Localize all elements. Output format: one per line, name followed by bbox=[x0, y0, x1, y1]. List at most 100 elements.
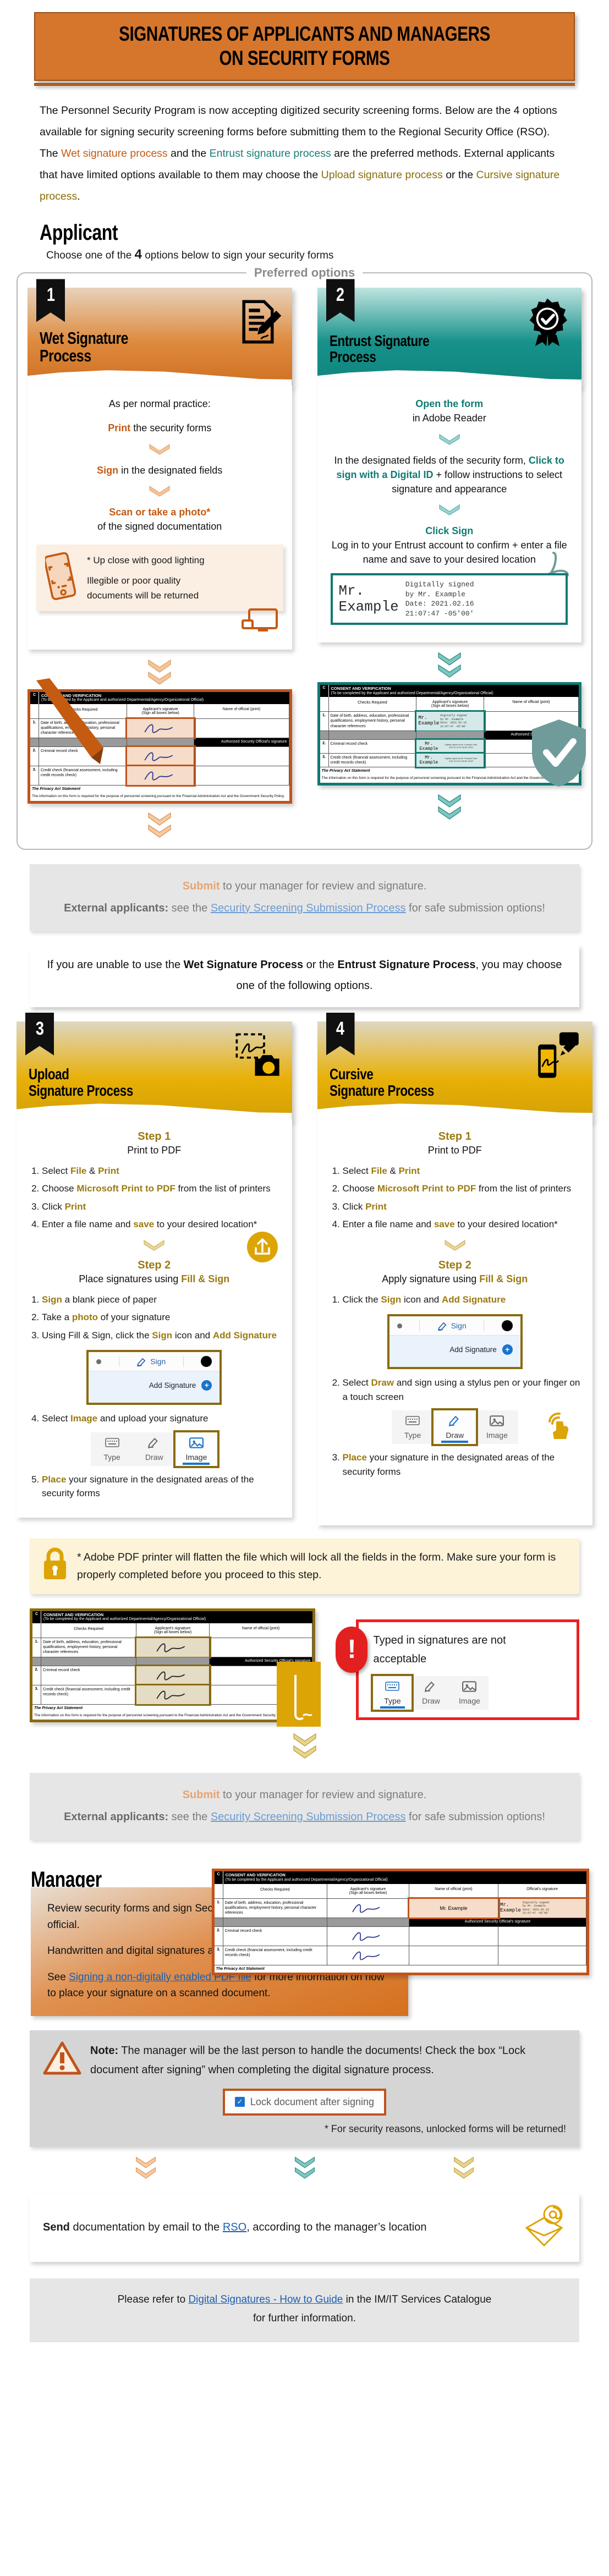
manager-form-snippet-wrap: C CONSENT AND VERIFICATION (To be comple… bbox=[211, 1869, 589, 1975]
table-row: 1. Date of birth, address, education, pr… bbox=[214, 1897, 588, 1919]
cursive-signature-card[interactable]: 4 Cursive Signature Process Step 1 Print… bbox=[317, 1012, 592, 1526]
handwritten-signature-icon bbox=[144, 771, 173, 781]
table-row: 3. Credit check (financial assessment, i… bbox=[30, 764, 289, 787]
tab-image[interactable]: Image bbox=[450, 1676, 489, 1710]
col-name-of-official: Name of official (print) bbox=[194, 704, 289, 718]
table-row: 3. Credit check (financial assessment, i… bbox=[32, 1683, 313, 1706]
wet-process-link[interactable]: Wet signature process bbox=[61, 147, 168, 160]
double-chevron-down-icon bbox=[453, 2156, 475, 2182]
signature-type-tabs[interactable]: Type Draw Image bbox=[91, 1430, 220, 1468]
gold-form-and-typed-warning: C CONSENT AND VERIFICATION (To be comple… bbox=[30, 1608, 579, 1727]
wet-step-1: Print the security forms bbox=[108, 422, 212, 434]
note-bold-label: Note: bbox=[90, 2044, 119, 2057]
shield-check-icon bbox=[532, 719, 586, 787]
applicant-subtitle: Choose one of the 4 options below to sig… bbox=[46, 247, 609, 262]
orange-pen-icon bbox=[36, 678, 103, 764]
wet-signature-card[interactable]: 1 Wet Signature Process As per normal pr… bbox=[28, 279, 292, 650]
plus-icon: + bbox=[201, 1380, 212, 1391]
upload-circle-icon bbox=[246, 1231, 278, 1262]
toolbar-dot-icon bbox=[201, 1356, 212, 1367]
email-at-icon bbox=[522, 2204, 566, 2252]
signature-type-tabs[interactable]: Type Draw Image bbox=[391, 1408, 518, 1447]
footer-line-2: for further information. bbox=[253, 2312, 356, 2324]
security-screening-submission-link[interactable]: Security Screening Submission Process bbox=[211, 902, 406, 914]
fill-sign-toolbar: Sign bbox=[389, 1316, 520, 1336]
rso-link[interactable]: RSO bbox=[223, 2221, 246, 2233]
handwritten-signature-icon bbox=[352, 1932, 380, 1941]
privacy-act-title: The Privacy Act Statement bbox=[32, 787, 81, 791]
list-item: Take a photo of your signature bbox=[42, 1310, 283, 1325]
intro-paragraph: The Personnel Security Program is now ac… bbox=[40, 100, 569, 207]
signature-type-tabs[interactable]: Type Draw Image bbox=[371, 1673, 489, 1712]
lock-document-checkbox-row[interactable]: ✓ Lock document after signing bbox=[222, 2088, 387, 2116]
tab-draw[interactable]: Draw bbox=[133, 1432, 175, 1466]
wet-card-title: Wet Signature Process bbox=[40, 328, 129, 366]
add-signature-menu-item[interactable]: Add Signature + bbox=[389, 1336, 520, 1367]
tab-image[interactable]: Image bbox=[476, 1410, 518, 1444]
sign-tool-button[interactable]: Sign bbox=[136, 1357, 166, 1366]
tab-draw[interactable]: Draw bbox=[431, 1408, 479, 1447]
sign-tool-button[interactable]: Sign bbox=[437, 1321, 467, 1331]
add-signature-menu-item[interactable]: Add Signature + bbox=[89, 1371, 220, 1403]
chevron-down-icon bbox=[36, 485, 283, 497]
tab-type[interactable]: Type bbox=[91, 1432, 133, 1466]
option-1-column: 1 Wet Signature Process As per normal pr… bbox=[28, 279, 292, 838]
list-item: Click the Sign icon and Add Signature bbox=[343, 1293, 584, 1307]
wet-step-2: Sign in the designated fields bbox=[97, 464, 223, 476]
intro-text-5: . bbox=[77, 190, 80, 203]
preferred-options-wrapper: Preferred options 1 Wet Signature Proces… bbox=[17, 266, 592, 850]
tab-type[interactable]: Type bbox=[392, 1410, 434, 1444]
entrust-form-snippet-wrap: C CONSENT AND VERIFICATION (To be comple… bbox=[317, 682, 586, 787]
cursive-card-title: Cursive Signature Process bbox=[329, 1065, 434, 1099]
list-item: Click Print bbox=[343, 1200, 584, 1214]
entrust-signature-card[interactable]: 2 Entrust Signature Process Open the for… bbox=[317, 279, 581, 643]
cursive-step1-header: Step 1 Print to PDF bbox=[427, 1130, 482, 1156]
submit-banner-applicant: Submit to your manager for review and si… bbox=[30, 864, 579, 931]
upload-step2-header: Step 2 Place signatures using Fill & Sig… bbox=[79, 1259, 230, 1284]
tab-type[interactable]: Type bbox=[371, 1673, 414, 1712]
upload-signature-card[interactable]: 3 Upload Signature Process Step 1 Print … bbox=[17, 1012, 292, 1518]
chevron-down-icon bbox=[36, 443, 283, 455]
pen-nib-icon bbox=[137, 1358, 146, 1366]
lock-document-label: Lock document after signing bbox=[250, 2096, 375, 2107]
title-section: SIGNATURES OF APPLICANTS AND MANAGERS ON… bbox=[0, 0, 609, 81]
preferred-options-frame: Preferred options 1 Wet Signature Proces… bbox=[17, 266, 592, 850]
image-icon bbox=[450, 1680, 489, 1695]
list-item: Select Draw and sign using a stylus pen … bbox=[343, 1376, 584, 1404]
list-item: Place your signature in the designated a… bbox=[42, 1473, 283, 1501]
handwritten-signature-icon bbox=[156, 1690, 185, 1700]
triple-chevron-row bbox=[66, 2156, 543, 2182]
upload-step1-list: Select File & Print Choose Microsoft Pri… bbox=[25, 1164, 283, 1232]
digital-signatures-guide-link[interactable]: Digital Signatures - How to Guide bbox=[188, 2294, 343, 2305]
list-item: Sign a blank piece of paper bbox=[42, 1293, 283, 1307]
phone-scan-icon bbox=[43, 552, 79, 603]
digital-signature-name: Mr. Example bbox=[338, 583, 399, 616]
applicant-option-count: 4 bbox=[134, 247, 142, 262]
cursive-step2-list-cont2: Place your signature in the designated a… bbox=[326, 1451, 584, 1479]
list-item: Choose Microsoft Print to PDF from the l… bbox=[343, 1182, 584, 1196]
plus-icon: + bbox=[502, 1344, 513, 1355]
option-3-column: 3 Upload Signature Process Step 1 Print … bbox=[17, 1012, 292, 1518]
tab-draw[interactable]: Draw bbox=[412, 1676, 450, 1710]
upload-process-link[interactable]: Upload signature process bbox=[321, 169, 443, 181]
checkbox-checked-icon[interactable]: ✓ bbox=[234, 2097, 245, 2107]
handwritten-signature-icon bbox=[156, 1643, 185, 1652]
keyboard-icon bbox=[91, 1437, 133, 1451]
double-chevron-down-icon bbox=[28, 811, 292, 838]
pen-nib-icon bbox=[133, 1437, 175, 1451]
applicant-signature-cell bbox=[125, 717, 196, 739]
tab-image[interactable]: Image bbox=[173, 1430, 220, 1468]
entrust-process-link[interactable]: Entrust signature process bbox=[210, 147, 331, 160]
fill-and-sign-mock[interactable]: Sign Add Signature + bbox=[86, 1350, 222, 1405]
entrust-step-1: Open the form in Adobe Reader bbox=[412, 398, 486, 424]
list-item: Select Image and upload your signature bbox=[42, 1411, 283, 1426]
upload-step1-header: Step 1 Print to PDF bbox=[127, 1130, 182, 1156]
handwritten-signature-icon bbox=[352, 1904, 380, 1913]
table-row: 3. Credit check (financial assessment, i… bbox=[214, 1946, 586, 1965]
cursive-card-wave bbox=[317, 1103, 592, 1121]
touch-finger-icon bbox=[540, 1407, 574, 1444]
fill-and-sign-mock[interactable]: Sign Add Signature + bbox=[387, 1314, 523, 1370]
note-footnote: * For security reasons, unlocked forms w… bbox=[324, 2123, 566, 2134]
security-screening-submission-link[interactable]: Security Screening Submission Process bbox=[211, 1811, 406, 1823]
entrust-card-header: 2 Entrust Signature Process bbox=[317, 279, 581, 387]
